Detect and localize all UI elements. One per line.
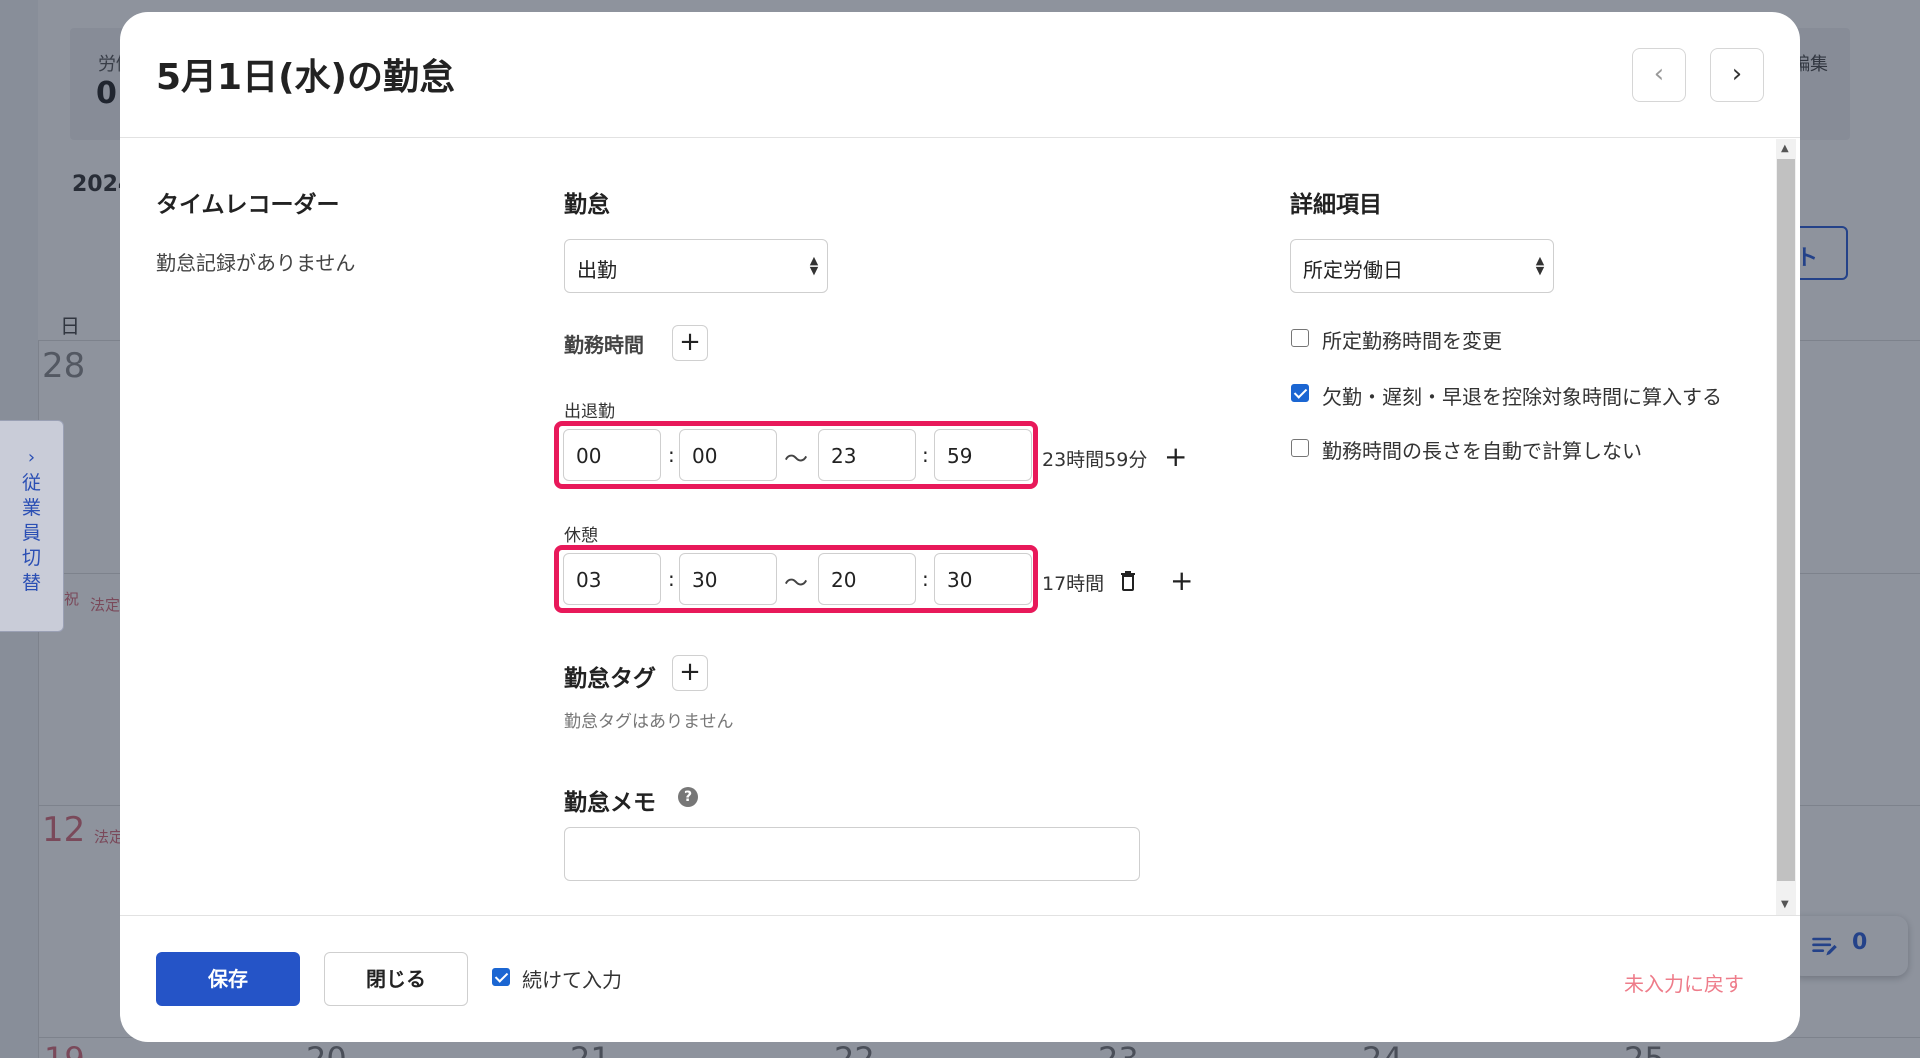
reset-to-empty-link[interactable]: 未入力に戻す <box>1624 968 1744 997</box>
continue-input-checkbox[interactable] <box>492 968 510 986</box>
continue-input-label[interactable]: 続けて入力 <box>522 964 622 993</box>
attendance-memo-title: 勤怠メモ <box>564 790 656 816</box>
break-end-minute-input[interactable]: 30 <box>934 553 1032 605</box>
save-button[interactable]: 保存 <box>156 952 300 1006</box>
clock-in-minute-input[interactable]: 00 <box>679 429 777 481</box>
dialog-footer: 保存 閉じる 続けて入力 未入力に戻す <box>120 915 1800 1042</box>
time-separator: : <box>922 443 929 467</box>
attendance-tags-title: 勤怠タグ <box>564 666 656 692</box>
attendance-tags-empty: 勤怠タグはありません <box>564 712 734 732</box>
add-work-time-button[interactable]: + <box>672 325 708 361</box>
change-scheduled-hours-checkbox[interactable] <box>1291 329 1309 347</box>
range-tilde: 〜 <box>784 445 808 473</box>
clock-in-out-label: 出退勤 <box>564 402 615 422</box>
deduct-absence-checkbox[interactable] <box>1291 384 1309 402</box>
day-type-select[interactable]: 所定労働日 ▲ ▼ <box>1290 239 1554 293</box>
deduct-absence-label[interactable]: 欠勤・遅刻・早退を控除対象時間に算入する <box>1322 381 1722 410</box>
add-tag-button[interactable]: + <box>672 655 708 691</box>
chevron-left-icon: ‹ <box>1653 59 1665 89</box>
break-duration: 17時間 <box>1042 573 1105 595</box>
attendance-type-value: 出勤 <box>577 258 617 282</box>
prev-day-button[interactable]: ‹ <box>1632 48 1686 102</box>
dialog-body: タイムレコーダー 勤怠記録がありません 勤怠 出勤 ▲ ▼ 勤務時間 + 出退勤 … <box>120 139 1800 915</box>
dialog-header: 5月1日(水)の勤怠 ‹ › <box>120 12 1800 138</box>
break-label: 休憩 <box>564 526 598 546</box>
time-separator: : <box>922 567 929 591</box>
scroll-down-icon[interactable]: ▼ <box>1781 899 1789 910</box>
time-separator: : <box>668 443 675 467</box>
dialog-title: 5月1日(水)の勤怠 <box>156 57 456 98</box>
clock-in-hour-input[interactable]: 00 <box>563 429 661 481</box>
chevron-right-icon: › <box>1731 59 1743 89</box>
clock-out-minute-input[interactable]: 59 <box>934 429 1032 481</box>
employee-switch-tab[interactable]: › 従業員切替 <box>0 420 64 632</box>
close-button[interactable]: 閉じる <box>324 952 468 1006</box>
attendance-dialog: 5月1日(水)の勤怠 ‹ › タイムレコーダー 勤怠記録がありません 勤怠 出勤… <box>120 12 1800 1042</box>
trash-icon[interactable] <box>1120 571 1136 591</box>
attendance-title: 勤怠 <box>564 192 610 218</box>
scrollbar-thumb[interactable] <box>1777 159 1795 881</box>
add-break-row-button[interactable]: + <box>1170 567 1193 595</box>
break-start-hour-input[interactable]: 03 <box>563 553 661 605</box>
clock-out-hour-input[interactable]: 23 <box>818 429 916 481</box>
next-day-button[interactable]: › <box>1710 48 1764 102</box>
clock-duration: 23時間59分 <box>1042 449 1148 471</box>
employee-switch-label: 従業員切替 <box>21 472 41 594</box>
break-start-minute-input[interactable]: 30 <box>679 553 777 605</box>
dialog-scrollbar[interactable]: ▲ ▼ <box>1776 139 1796 915</box>
details-title: 詳細項目 <box>1290 192 1382 218</box>
time-recorder-empty: 勤怠記録がありません <box>156 251 356 275</box>
no-auto-calc-checkbox[interactable] <box>1291 439 1309 457</box>
scroll-up-icon[interactable]: ▲ <box>1781 143 1789 154</box>
range-tilde: 〜 <box>784 569 808 597</box>
day-type-value: 所定労働日 <box>1303 258 1403 282</box>
select-arrows-icon: ▲ ▼ <box>1535 254 1545 277</box>
help-icon[interactable]: ? <box>678 787 698 807</box>
add-clock-row-button[interactable]: + <box>1164 443 1187 471</box>
chevron-right-icon: › <box>27 447 36 468</box>
work-time-label: 勤務時間 <box>564 333 644 357</box>
no-auto-calc-label[interactable]: 勤務時間の長さを自動で計算しない <box>1322 435 1642 464</box>
time-recorder-title: タイムレコーダー <box>156 192 340 218</box>
attendance-memo-input[interactable] <box>564 827 1140 881</box>
break-end-hour-input[interactable]: 20 <box>818 553 916 605</box>
time-separator: : <box>668 567 675 591</box>
change-scheduled-hours-label[interactable]: 所定勤務時間を変更 <box>1322 325 1502 354</box>
attendance-type-select[interactable]: 出勤 ▲ ▼ <box>564 239 828 293</box>
select-arrows-icon: ▲ ▼ <box>809 254 819 277</box>
